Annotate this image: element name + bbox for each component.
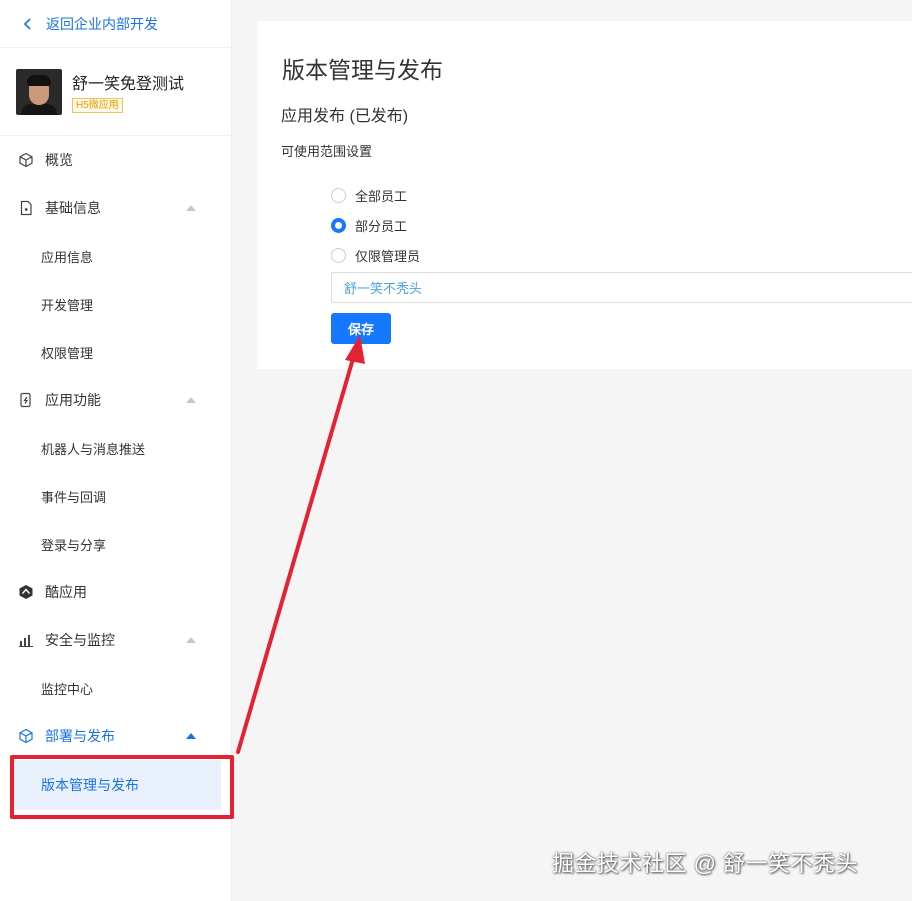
- bar-chart-icon: [19, 635, 33, 647]
- sidebar-item-robot-push[interactable]: 机器人与消息推送: [0, 424, 231, 472]
- deploy-cube-icon: [19, 728, 33, 744]
- app-header: 舒一笑免登测试 H5微应用: [0, 48, 231, 136]
- avatar: [16, 68, 62, 115]
- sidebar-item-label: 机器人与消息推送: [41, 441, 146, 457]
- sidebar-item-events-callbacks[interactable]: 事件与回调: [0, 472, 231, 520]
- section-title: 应用发布 (已发布): [281, 108, 409, 125]
- selected-member: 舒一笑不秃头: [344, 281, 423, 296]
- sidebar-item-app-features[interactable]: 应用功能: [0, 376, 231, 424]
- sidebar-item-label: 酷应用: [45, 584, 87, 600]
- page-title: 版本管理与发布: [282, 57, 443, 83]
- save-button[interactable]: 保存: [331, 313, 391, 344]
- sidebar-item-label: 部署与发布: [45, 728, 115, 744]
- sidebar-item-label: 版本管理与发布: [41, 777, 139, 793]
- scope-label: 可使用范围设置: [281, 144, 373, 159]
- sidebar-item-label: 安全与监控: [45, 632, 115, 648]
- radio-label: 部分员工: [355, 219, 408, 234]
- sidebar-item-login-share[interactable]: 登录与分享: [0, 520, 231, 568]
- chevron-left-icon: [23, 17, 31, 30]
- sidebar-item-basic-info[interactable]: 基础信息: [0, 184, 231, 232]
- radio-admins-only[interactable]: 仅限管理员: [331, 246, 420, 265]
- sidebar-item-version-release[interactable]: 版本管理与发布: [12, 760, 221, 810]
- sidebar-nav: 概览 基础信息 应用信息 开发管理 权限管理 应用功能 机器人与消息推送 事件与…: [0, 136, 231, 810]
- sidebar-item-label: 应用功能: [45, 392, 101, 408]
- member-select-field[interactable]: 舒一笑不秃头: [331, 272, 912, 303]
- radio-circle-checked[interactable]: [331, 218, 346, 233]
- sidebar-item-monitor-center[interactable]: 监控中心: [0, 664, 231, 712]
- sidebar-item-label: 监控中心: [41, 681, 94, 697]
- back-link[interactable]: 返回企业内部开发: [0, 0, 231, 48]
- sidebar: 返回企业内部开发 舒一笑免登测试 H5微应用 概览 基础信息 应用信息 开发管理…: [0, 0, 232, 901]
- sidebar-item-overview[interactable]: 概览: [0, 136, 231, 184]
- phone-bolt-icon: [20, 392, 31, 408]
- sidebar-item-dev-management[interactable]: 开发管理: [0, 280, 231, 328]
- sidebar-item-deploy[interactable]: 部署与发布: [0, 712, 231, 760]
- watermark: 掘金技术社区 @ 舒一笑不秃头: [552, 851, 859, 876]
- radio-circle[interactable]: [331, 248, 346, 263]
- caret-up-icon: [186, 205, 196, 211]
- caret-up-icon: [186, 733, 196, 739]
- sidebar-item-label: 应用信息: [41, 249, 94, 265]
- sidebar-item-label: 开发管理: [41, 297, 94, 313]
- sidebar-item-label: 登录与分享: [41, 537, 107, 553]
- main-card: 版本管理与发布 应用发布 (已发布) 可使用范围设置 全部员工 部分员工 仅限管…: [257, 21, 912, 369]
- sidebar-item-label: 权限管理: [41, 345, 94, 361]
- back-link-label: 返回企业内部开发: [46, 15, 158, 32]
- app-type-badge: H5微应用: [72, 98, 123, 113]
- radio-some-staff[interactable]: 部分员工: [331, 216, 407, 235]
- sidebar-item-cool-app[interactable]: 酷应用: [0, 568, 231, 616]
- sidebar-item-app-info[interactable]: 应用信息: [0, 232, 231, 280]
- radio-label: 全部员工: [355, 189, 408, 204]
- caret-up-icon: [186, 397, 196, 403]
- document-icon: [20, 200, 32, 216]
- cool-app-icon: [19, 585, 33, 599]
- sidebar-item-label: 事件与回调: [41, 489, 107, 505]
- sidebar-item-label: 基础信息: [45, 200, 101, 216]
- app-name: 舒一笑免登测试: [72, 76, 185, 93]
- cube-outline-icon: [19, 152, 33, 168]
- radio-circle[interactable]: [331, 188, 346, 203]
- sidebar-item-security[interactable]: 安全与监控: [0, 616, 231, 664]
- sidebar-item-permissions[interactable]: 权限管理: [0, 328, 231, 376]
- sidebar-item-label: 概览: [45, 152, 73, 168]
- radio-all-staff[interactable]: 全部员工: [331, 186, 407, 205]
- caret-up-icon: [186, 637, 196, 643]
- radio-label: 仅限管理员: [355, 249, 421, 264]
